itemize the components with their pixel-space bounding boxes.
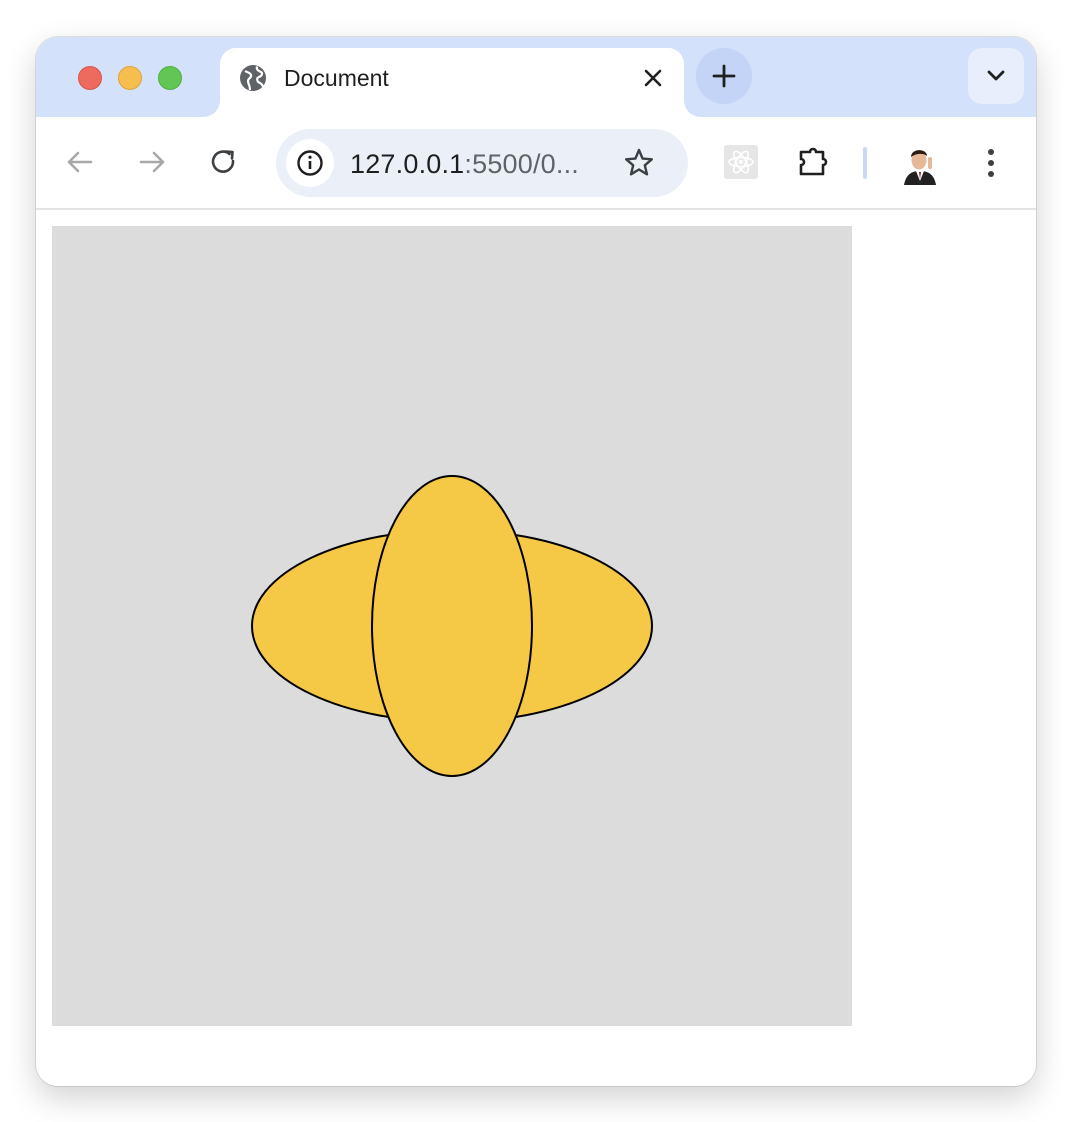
- close-window-button[interactable]: [78, 66, 102, 90]
- chevron-down-icon: [987, 70, 1005, 81]
- site-info-button[interactable]: [286, 139, 334, 187]
- page-content: [36, 210, 1036, 1086]
- canvas-drawing: [251, 475, 653, 777]
- puzzle-icon[interactable]: [796, 143, 832, 179]
- vertical-ellipse: [371, 475, 533, 777]
- tab-search-button[interactable]: [968, 48, 1024, 104]
- minimize-window-button[interactable]: [118, 66, 142, 90]
- close-icon[interactable]: [638, 63, 668, 93]
- arrow-left-icon[interactable]: [62, 144, 98, 180]
- tab-title: Document: [284, 65, 389, 91]
- react-devtools-icon[interactable]: [724, 145, 758, 179]
- address-bar[interactable]: 127.0.0.1:5500/0...: [276, 129, 688, 197]
- globe-icon: [240, 65, 266, 91]
- reload-icon[interactable]: [206, 144, 242, 180]
- url-text[interactable]: 127.0.0.1:5500/0...: [350, 148, 579, 180]
- toolbar-divider: [863, 147, 867, 179]
- avatar[interactable]: [900, 141, 940, 185]
- more-vert-icon[interactable]: [976, 143, 1006, 183]
- plus-icon: [712, 64, 736, 88]
- arrow-right-icon[interactable]: [134, 144, 170, 180]
- url-path: :5500/0...: [464, 149, 579, 179]
- toolbar: 127.0.0.1:5500/0...: [36, 117, 1036, 210]
- tab-strip: Document: [36, 37, 1036, 117]
- atom-icon: [728, 150, 754, 174]
- url-host: 127.0.0.1: [350, 149, 465, 179]
- info-icon: [297, 150, 323, 176]
- drawing-canvas: [52, 226, 852, 1026]
- zoom-window-button[interactable]: [158, 66, 182, 90]
- star-icon[interactable]: [622, 146, 656, 180]
- browser-window: Document 127.0.0.1:5500/0...: [36, 37, 1036, 1086]
- new-tab-button[interactable]: [696, 48, 752, 104]
- tab-document[interactable]: Document: [204, 48, 700, 117]
